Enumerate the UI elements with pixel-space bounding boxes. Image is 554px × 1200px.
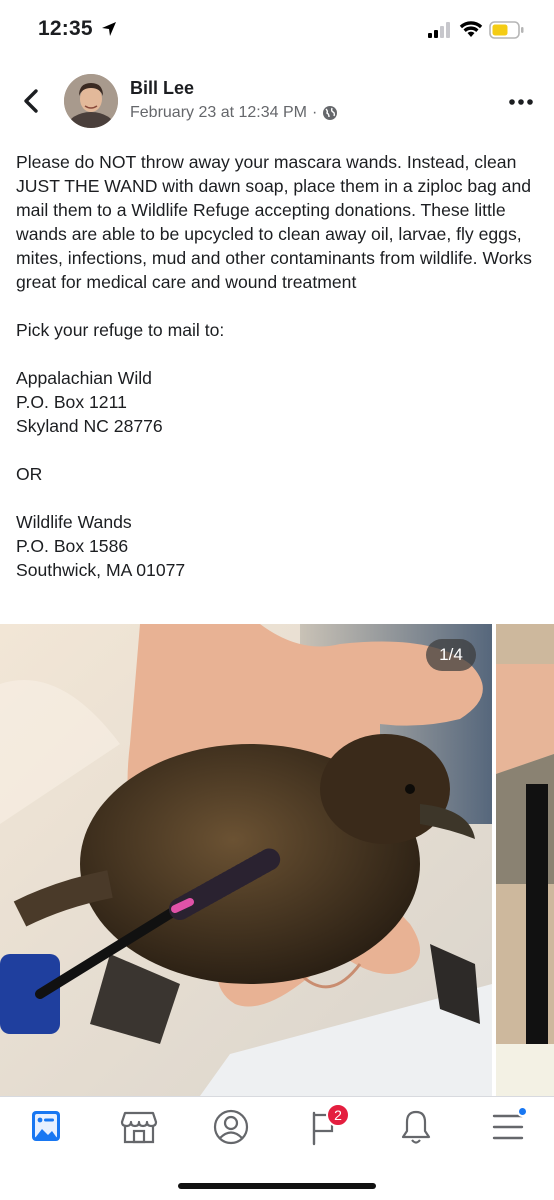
news-feed-icon[interactable] <box>24 1107 68 1147</box>
post-photo[interactable] <box>0 624 492 1096</box>
next-photo-image <box>496 624 554 1096</box>
wifi-icon <box>459 21 483 37</box>
post-timestamp[interactable]: February 23 at 12:34 PM <box>130 104 307 122</box>
location-arrow-icon <box>102 22 116 36</box>
address-line: P.O. Box 1211 <box>16 392 127 412</box>
back-chevron-icon[interactable] <box>20 88 44 114</box>
avatar-photo <box>64 74 118 128</box>
meta-separator: · <box>311 104 318 121</box>
post-header: Bill Lee February 23 at 12:34 PM · <box>0 68 554 138</box>
duckling-photo <box>0 624 492 1096</box>
post-body: Please do NOT throw away your mascara wa… <box>16 150 536 582</box>
next-photo-preview[interactable] <box>496 624 554 1096</box>
status-bar: 12:35 <box>0 0 554 62</box>
address-line: Southwick, MA 01077 <box>16 560 186 580</box>
address-line: Appalachian Wild <box>16 368 152 388</box>
status-time: 12:35 <box>38 17 93 40</box>
avatar[interactable] <box>64 74 118 128</box>
photo-carousel[interactable]: 1/4 <box>0 624 554 1096</box>
or-text: OR <box>16 464 43 484</box>
battery-icon <box>489 21 524 39</box>
address-line: P.O. Box 1586 <box>16 536 129 556</box>
post-paragraph: Pick your refuge to mail to: <box>16 320 225 340</box>
notification-badge: 2 <box>326 1103 350 1127</box>
more-options-icon[interactable] <box>508 98 534 106</box>
photo-counter: 1/4 <box>426 639 476 671</box>
menu-notification-dot <box>517 1106 528 1117</box>
storefront-icon[interactable] <box>117 1107 161 1147</box>
cellular-signal-icon <box>428 22 450 38</box>
home-indicator <box>178 1183 376 1189</box>
post-paragraph: Please do NOT throw away your mascara wa… <box>16 152 532 292</box>
globe-icon <box>323 106 338 120</box>
bell-icon[interactable] <box>394 1107 438 1147</box>
author-name[interactable]: Bill Lee <box>130 78 194 99</box>
address-line: Wildlife Wands <box>16 512 132 532</box>
post-meta: February 23 at 12:34 PM · <box>130 104 338 122</box>
address-line: Skyland NC 28776 <box>16 416 163 436</box>
profile-icon[interactable] <box>209 1107 253 1147</box>
